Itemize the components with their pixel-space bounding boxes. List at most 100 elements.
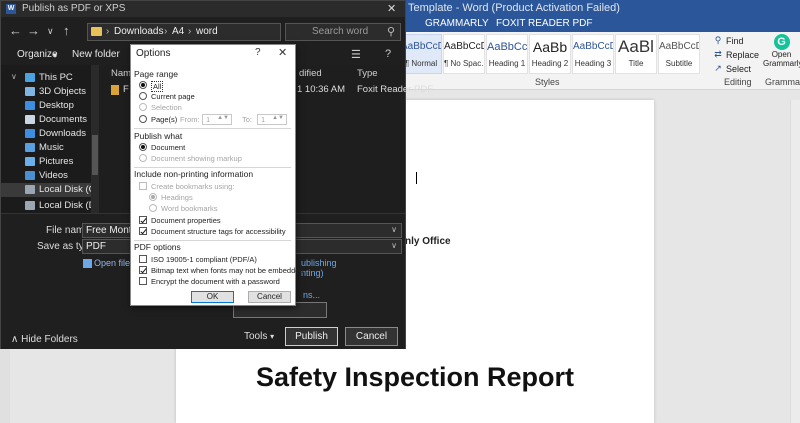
publish-what-section-label: Publish what [134, 131, 183, 141]
new-folder-button[interactable]: New folder [72, 49, 120, 60]
sidebar-item-local-disk-d[interactable]: Local Disk (D:) [1, 199, 101, 213]
document-heading: Safety Inspection Report [255, 362, 575, 392]
close-icon[interactable]: ✕ [387, 2, 396, 15]
options-cancel-button[interactable]: Cancel [248, 291, 291, 303]
ok-button[interactable]: OK [191, 291, 234, 303]
spin-arrows-icon: ▲▼ [272, 115, 284, 121]
bookmarks-headings-radio[interactable] [149, 193, 157, 201]
bitmap-text-label: Bitmap text when fonts may not be embedd… [151, 266, 304, 275]
publish-document-radio[interactable] [139, 143, 147, 151]
tools-button[interactable]: Tools ▾ [244, 331, 274, 342]
style-heading-1[interactable]: AaBbCc Heading 1 [486, 34, 528, 74]
bookmarks-word-radio[interactable] [149, 204, 157, 212]
sidebar-item-documents[interactable]: Documents [1, 113, 99, 127]
encrypt-document-checkbox[interactable] [139, 277, 147, 285]
chevron-down-icon: ∨ [11, 72, 17, 81]
style-no-spacing[interactable]: AaBbCcDc ¶ No Spac... [443, 34, 485, 74]
documents-icon [25, 115, 35, 124]
style-normal[interactable]: AaBbCcDc ¶ Normal [400, 34, 442, 74]
document-properties-checkbox[interactable] [139, 216, 147, 224]
search-icon: ⚲ [387, 26, 396, 38]
chevron-down-icon[interactable]: ∨ [391, 225, 397, 234]
sidebar-item-music[interactable]: Music [1, 141, 99, 155]
navigation-bar: ← → ∨ ↑ › Downloads › A4 › word ∨ ↻ Sear… [1, 17, 405, 45]
select-button[interactable]: ↗ Select [713, 62, 763, 75]
document-scrollbar[interactable] [790, 100, 800, 423]
sidebar-item-3d-objects[interactable]: 3D Objects [1, 85, 99, 99]
iso-compliant-checkbox[interactable] [139, 255, 147, 263]
help-icon[interactable]: ? [385, 48, 391, 60]
recent-locations-chevron-icon[interactable]: ∨ [47, 26, 54, 37]
forward-arrow-icon[interactable]: → [27, 23, 40, 38]
download-icon [25, 129, 35, 138]
breadcrumb-downloads[interactable]: Downloads [114, 26, 163, 37]
style-heading-3[interactable]: AaBbCcD Heading 3 [572, 34, 614, 74]
chevron-down-icon: ▾ [270, 332, 275, 341]
style-heading-2[interactable]: AaBb Heading 2 [529, 34, 571, 74]
publish-title-bar: W Publish as PDF or XPS ✕ [1, 1, 405, 17]
tab-foxit-reader-pdf[interactable]: FOXIT READER PDF [496, 18, 593, 29]
sidebar-item-videos[interactable]: Videos [1, 169, 99, 183]
open-grammarly-button[interactable]: G Open Grammarly [763, 34, 800, 68]
options-link[interactable]: ns... [303, 290, 320, 300]
back-arrow-icon[interactable]: ← [9, 23, 22, 38]
encrypt-document-label: Encrypt the document with a password [151, 277, 280, 286]
sidebar-item-downloads[interactable]: Downloads [1, 127, 99, 141]
column-header-date-modified[interactable]: dified [299, 68, 322, 79]
pages-label: Page(s) [151, 115, 178, 124]
sidebar-item-local-disk-c[interactable]: Local Disk (C:) [1, 183, 101, 197]
scrollbar-thumb[interactable] [92, 135, 98, 175]
from-page-stepper[interactable]: 1 ▲▼ [202, 114, 232, 125]
editing-group: ⚲ Find ⇄ Replace ↗ Select [713, 34, 763, 76]
up-arrow-icon[interactable]: ↑ [63, 23, 70, 38]
document-label: Document [151, 143, 186, 152]
view-options-icon[interactable]: ☰ [351, 48, 361, 61]
publish-document-markup-radio[interactable] [139, 154, 147, 162]
page-range-pages-radio[interactable] [139, 115, 147, 123]
column-header-type[interactable]: Type [357, 68, 378, 79]
sidebar-item-pictures[interactable]: Pictures [1, 155, 99, 169]
address-bar[interactable]: › Downloads › A4 › word ∨ ↻ [87, 23, 361, 41]
style-subtitle[interactable]: AaBbCcD Subtitle [658, 34, 700, 74]
publish-button[interactable]: Publish [285, 327, 338, 346]
optimize-option-fragment: ublishing [301, 258, 337, 268]
structure-tags-label: Document structure tags for accessibilit… [151, 227, 286, 236]
document-properties-label: Document properties [151, 216, 221, 225]
chevron-up-icon: ∧ [11, 334, 19, 345]
create-bookmarks-label: Create bookmarks using: [151, 182, 235, 191]
styles-group-label: Styles [535, 77, 560, 87]
search-input[interactable]: Search word ⚲ [285, 23, 401, 41]
help-icon[interactable]: ? [255, 47, 261, 58]
cancel-button[interactable]: Cancel [345, 327, 398, 346]
find-button[interactable]: ⚲ Find [713, 34, 763, 47]
grammarly-logo-icon: G [773, 34, 790, 50]
page-range-all-radio[interactable] [139, 81, 147, 89]
computer-icon [25, 73, 35, 82]
style-title[interactable]: AaBl Title [615, 34, 657, 74]
page-range-current-page-radio[interactable] [139, 92, 147, 100]
structure-tags-checkbox[interactable] [139, 227, 147, 235]
navigation-sidebar: ∨ This PC 3D Objects Desktop Documents D… [1, 65, 101, 213]
replace-button[interactable]: ⇄ Replace [713, 48, 763, 61]
pdf-options-section-label: PDF options [134, 242, 181, 252]
breadcrumb-a4[interactable]: A4 [172, 26, 184, 37]
page-range-selection-radio[interactable] [139, 103, 147, 111]
create-bookmarks-checkbox[interactable] [139, 182, 147, 190]
document-markup-label: Document showing markup [151, 154, 242, 163]
open-after-publish-checkbox[interactable] [83, 259, 92, 268]
sidebar-item-desktop[interactable]: Desktop [1, 99, 99, 113]
sidebar-scrollbar[interactable] [91, 65, 99, 213]
close-icon[interactable]: ✕ [278, 46, 287, 59]
text-caret [416, 172, 417, 184]
organize-button[interactable]: Organize [17, 49, 58, 60]
tab-grammarly[interactable]: GRAMMARLY [425, 18, 489, 29]
breadcrumb-word[interactable]: word [196, 26, 218, 37]
file-name-cell: F [123, 84, 129, 95]
sidebar-item-this-pc[interactable]: ∨ This PC [1, 71, 99, 85]
section-divider [134, 167, 291, 168]
breadcrumb-separator-icon: › [106, 26, 110, 37]
search-placeholder: Search word [312, 26, 369, 37]
hide-folders-button[interactable]: ∧ Hide Folders [11, 334, 78, 345]
bitmap-text-checkbox[interactable] [139, 266, 147, 274]
to-page-stepper[interactable]: 1 ▲▼ [257, 114, 287, 125]
